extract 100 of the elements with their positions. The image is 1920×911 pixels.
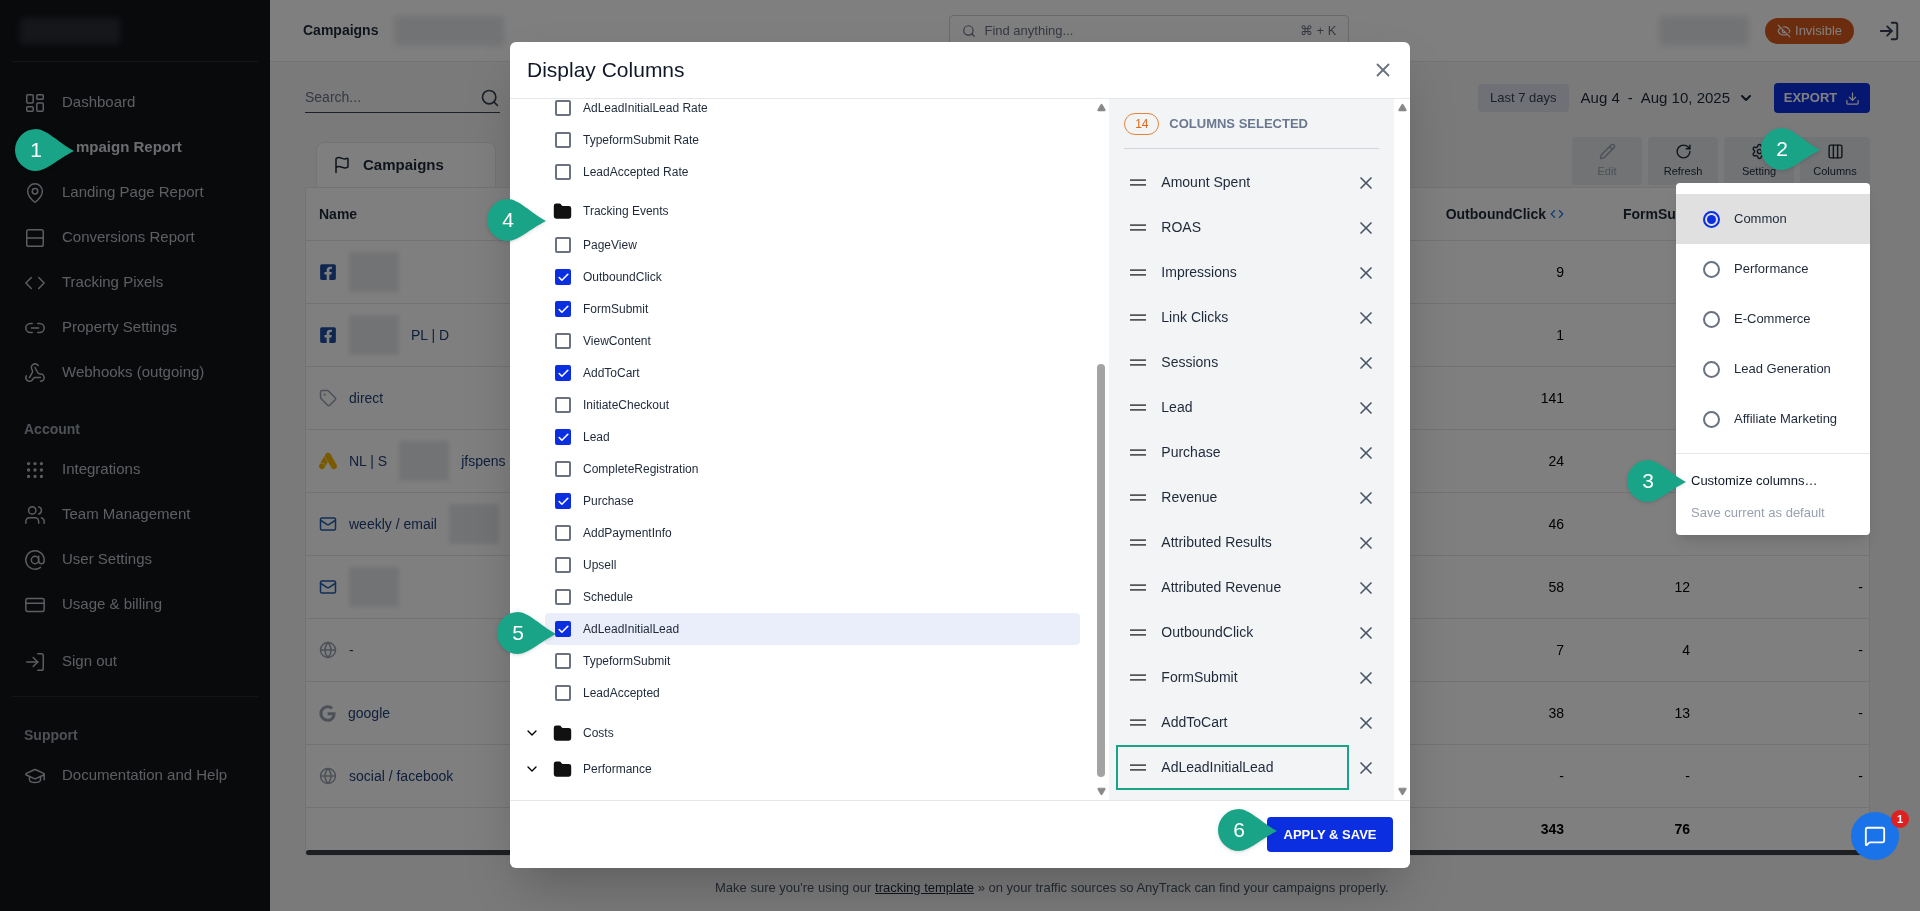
table-cell-text: 12: [1674, 577, 1691, 597]
selected-column[interactable]: Purchase: [1116, 430, 1350, 475]
campaign-name[interactable]: -: [349, 639, 354, 661]
eye-off-icon: [1777, 23, 1792, 38]
column-option[interactable]: ViewContent: [545, 325, 1080, 357]
selected-column[interactable]: Sessions: [1116, 340, 1350, 385]
column-option[interactable]: AddToCart: [545, 357, 1080, 389]
selected-column[interactable]: Link Clicks: [1116, 295, 1350, 340]
checkbox[interactable]: [555, 301, 571, 317]
checkbox[interactable]: [555, 269, 571, 285]
check-icon: [556, 430, 570, 444]
export-button[interactable]: EXPORT: [1774, 83, 1870, 113]
checkbox[interactable]: [555, 461, 571, 477]
column-option[interactable]: Lead: [545, 421, 1080, 453]
menu-action[interactable]: Customize columns…: [1691, 471, 1818, 491]
table-cell-text: -: [1858, 577, 1864, 597]
column-option[interactable]: AdLeadInitialLead: [545, 613, 1080, 645]
column-option[interactable]: Purchase: [545, 485, 1080, 517]
sign-out-icon[interactable]: [1878, 19, 1900, 42]
selected-column[interactable]: AddToCart: [1116, 700, 1350, 745]
drag-handle-icon: [1129, 179, 1148, 186]
column-option[interactable]: PageView: [545, 229, 1080, 261]
checkbox[interactable]: [555, 557, 571, 573]
selected-column[interactable]: Amount Spent: [1116, 160, 1350, 205]
column-option[interactable]: Schedule: [545, 581, 1080, 613]
selected-column[interactable]: Attributed Results: [1116, 520, 1350, 565]
column-option[interactable]: OutboundClick: [545, 261, 1080, 293]
campaign-name[interactable]: jfspens: [461, 450, 506, 472]
checkbox[interactable]: [555, 365, 571, 381]
selected-column[interactable]: ROAS: [1116, 205, 1350, 250]
column-option[interactable]: LeadAccepted: [545, 677, 1080, 709]
checkbox[interactable]: [555, 132, 571, 148]
checkbox[interactable]: [555, 397, 571, 413]
radio-button[interactable]: [1703, 410, 1720, 428]
checkbox[interactable]: [555, 653, 571, 669]
help-text: Make sure you're using our tracking template » on your traffic sources so AnyTrack can find your campaigns properly.: [715, 879, 1390, 897]
checkbox[interactable]: [555, 621, 571, 637]
drag-handle-icon: [1129, 314, 1148, 321]
radio-button[interactable]: [1703, 210, 1720, 228]
date-range-picker[interactable]: Aug 4 - Aug 10, 2025: [1580, 86, 1754, 110]
selected-column[interactable]: Revenue: [1116, 475, 1350, 520]
column-option[interactable]: InitiateCheckout: [545, 389, 1080, 421]
column-option[interactable]: LeadAccepted Rate: [545, 156, 1080, 188]
campaign-name[interactable]: PL | D: [411, 324, 450, 346]
selected-column[interactable]: Lead: [1116, 385, 1350, 430]
column-header[interactable]: FormSu: [1623, 203, 1676, 225]
checkbox[interactable]: [555, 493, 571, 509]
column-option[interactable]: TypeformSubmit Rate: [545, 124, 1080, 156]
drag-handle-icon: [1129, 539, 1148, 546]
column-header[interactable]: OutboundClick: [1445, 203, 1576, 225]
campaign-name[interactable]: social / facebook: [349, 765, 454, 787]
checkbox[interactable]: [555, 525, 571, 541]
selected-column[interactable]: FormSubmit: [1116, 655, 1350, 700]
column-group[interactable]: Performance: [553, 759, 652, 779]
campaign-name[interactable]: weekly / email: [349, 513, 437, 535]
campaigns-tab[interactable]: Campaigns: [316, 142, 496, 187]
column-option[interactable]: AdLeadInitialLead Rate: [545, 92, 1080, 124]
at-sign-icon: [24, 548, 46, 571]
step-callout: 4: [485, 197, 547, 243]
column-option[interactable]: FormSubmit: [545, 293, 1080, 325]
checkbox[interactable]: [555, 429, 571, 445]
radio-button[interactable]: [1703, 260, 1720, 278]
code-icon: [1550, 207, 1564, 221]
preset-option[interactable]: Affiliate Marketing: [1676, 394, 1870, 444]
radio-button[interactable]: [1703, 360, 1720, 378]
checkbox[interactable]: [555, 164, 571, 180]
column-group[interactable]: Tracking Events: [553, 201, 669, 221]
drag-handle-icon: [1129, 674, 1148, 681]
toolbar-button[interactable]: Refresh: [1648, 137, 1718, 185]
column-option[interactable]: AddPaymentInfo: [545, 517, 1080, 549]
selected-column[interactable]: Impressions: [1116, 250, 1350, 295]
nav-item[interactable]: mpaign Report: [76, 136, 182, 159]
column-option[interactable]: Upsell: [545, 549, 1080, 581]
dialog-title: Display Columns: [527, 57, 685, 84]
preset-option[interactable]: Common: [1676, 194, 1870, 244]
total-cell-text: 76: [1674, 819, 1691, 839]
campaign-name[interactable]: NL | S: [349, 450, 388, 472]
table-cell-text: -: [1858, 766, 1864, 786]
download-icon: [1845, 90, 1861, 106]
radio-button[interactable]: [1703, 310, 1720, 328]
preset-option[interactable]: Performance: [1676, 244, 1870, 294]
checkbox[interactable]: [555, 237, 571, 253]
preset-option[interactable]: Lead Generation: [1676, 344, 1870, 394]
campaign-name[interactable]: google: [348, 702, 391, 724]
apply-save-button[interactable]: APPLY & SAVE: [1267, 817, 1393, 852]
checkbox[interactable]: [555, 685, 571, 701]
column-option[interactable]: CompleteRegistration: [545, 453, 1080, 485]
table-cell-text: 9: [1556, 262, 1565, 282]
preset-option[interactable]: E-Commerce: [1676, 294, 1870, 344]
selected-column[interactable]: AdLeadInitialLead: [1116, 745, 1350, 790]
campaign-name[interactable]: direct: [349, 387, 384, 409]
column-group[interactable]: Costs: [553, 723, 614, 743]
checkbox[interactable]: [555, 589, 571, 605]
checkbox[interactable]: [555, 100, 571, 116]
checkbox[interactable]: [555, 333, 571, 349]
tracking-template-link[interactable]: tracking template: [875, 880, 975, 895]
column-header: Name: [318, 204, 358, 224]
selected-column[interactable]: Attributed Revenue: [1116, 565, 1350, 610]
globe-icon: [319, 767, 337, 785]
selected-column[interactable]: OutboundClick: [1116, 610, 1350, 655]
